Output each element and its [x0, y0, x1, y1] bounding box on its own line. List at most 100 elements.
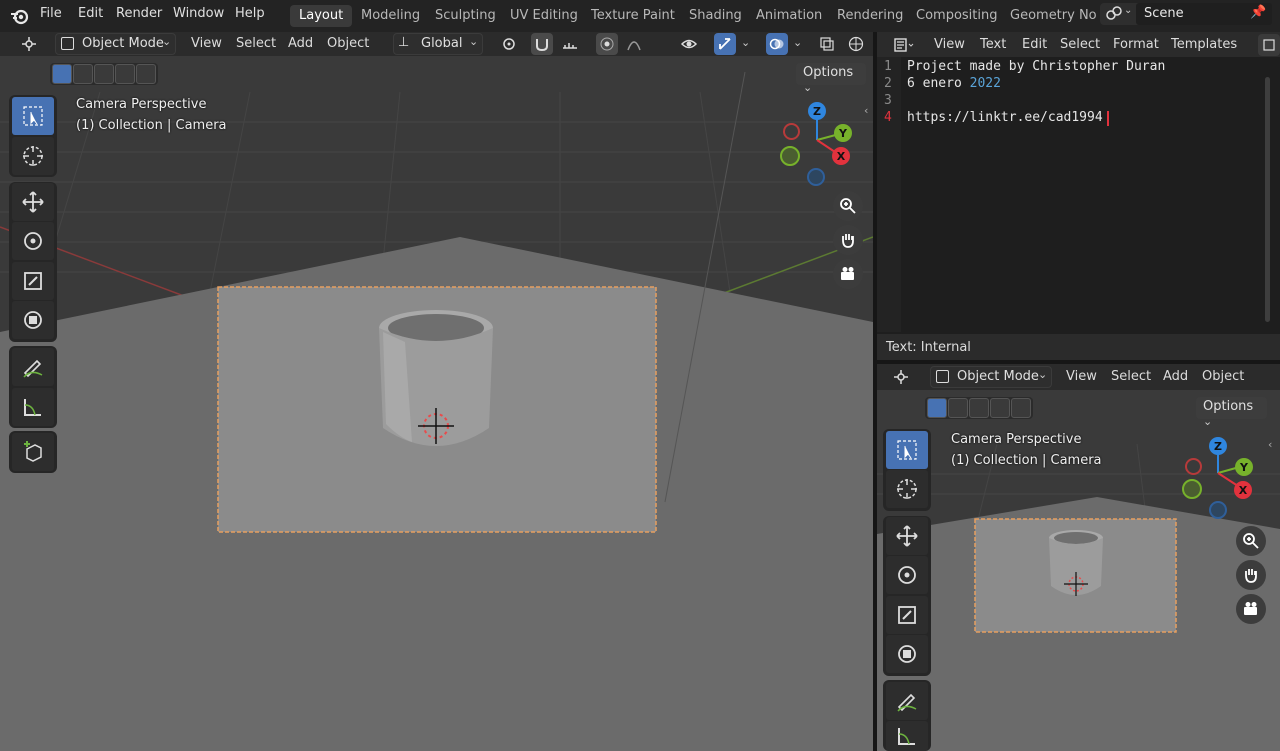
- gizmo-neg-z-axis[interactable]: [807, 168, 825, 186]
- code-line-1[interactable]: 1 Project made by Christopher Duran: [877, 59, 1267, 76]
- transform-orientation-dropdown[interactable]: ⊥ Global ⌄: [393, 33, 483, 55]
- area-divider-horizontal[interactable]: [877, 360, 1280, 364]
- main-viewport[interactable]: [0, 32, 873, 751]
- menu-edit[interactable]: Edit: [78, 6, 103, 21]
- camera-view-icon[interactable]: [1236, 594, 1266, 624]
- blender-logo-icon[interactable]: [9, 6, 31, 26]
- tab-rendering[interactable]: Rendering: [828, 5, 912, 27]
- code-line-4[interactable]: 4 https://linktr.ee/cad1994: [877, 110, 1267, 127]
- annotate-tool[interactable]: [886, 682, 928, 720]
- cursor-tool[interactable]: [886, 470, 928, 508]
- menu-templates[interactable]: Templates: [1171, 37, 1237, 52]
- scene-name[interactable]: Scene: [1144, 6, 1184, 21]
- area-divider-vertical[interactable]: [873, 32, 877, 751]
- scale-tool[interactable]: [886, 596, 928, 634]
- select-extend-icon[interactable]: [73, 64, 93, 84]
- select-box-tool[interactable]: [12, 97, 54, 135]
- tab-animation[interactable]: Animation: [747, 5, 831, 27]
- gizmo-z-axis[interactable]: Z: [808, 102, 826, 120]
- rotate-tool[interactable]: [886, 556, 928, 594]
- zoom-icon[interactable]: [833, 191, 863, 221]
- pan-hand-icon[interactable]: [1236, 560, 1266, 590]
- text-editor[interactable]: View Text Edit Select Format Templates 1…: [877, 32, 1280, 360]
- menu-edit[interactable]: Edit: [1022, 37, 1047, 52]
- move-tool[interactable]: [886, 517, 928, 555]
- editor-type-icon[interactable]: [16, 33, 46, 55]
- editor-type-icon[interactable]: [888, 34, 920, 56]
- tab-modeling[interactable]: Modeling: [352, 5, 429, 27]
- gizmo-y-axis[interactable]: Y: [834, 124, 852, 142]
- tab-compositing[interactable]: Compositing: [907, 5, 1007, 27]
- tab-shading[interactable]: Shading: [680, 5, 751, 27]
- overlays-toggle-icon[interactable]: [766, 33, 788, 55]
- options-button[interactable]: Options ⌄: [796, 63, 866, 94]
- menu-window[interactable]: Window: [173, 6, 224, 21]
- transform-tool[interactable]: [12, 301, 54, 339]
- navigation-gizmo[interactable]: Z Y X: [1180, 435, 1262, 521]
- select-subtract-icon[interactable]: [94, 64, 114, 84]
- select-intersect-icon[interactable]: [1011, 398, 1031, 418]
- select-intersect-icon[interactable]: [136, 64, 156, 84]
- scale-tool[interactable]: [12, 262, 54, 300]
- menu-view[interactable]: View: [191, 36, 222, 51]
- editor-type-icon[interactable]: [887, 366, 919, 388]
- object-mode-dropdown[interactable]: Object Mode ⌄: [55, 33, 176, 55]
- pin-icon[interactable]: 📌: [1250, 5, 1266, 20]
- menu-help[interactable]: Help: [235, 6, 265, 21]
- menu-view[interactable]: View: [1066, 369, 1097, 384]
- gizmo-neg-x-axis[interactable]: [1185, 458, 1202, 475]
- camera-view-icon[interactable]: [833, 259, 863, 289]
- menu-add[interactable]: Add: [1163, 369, 1188, 384]
- transform-tool[interactable]: [886, 635, 928, 673]
- sidebar-toggle-icon[interactable]: ‹: [864, 104, 868, 117]
- menu-select[interactable]: Select: [1060, 37, 1100, 52]
- object-mode-dropdown[interactable]: Object Mode ⌄: [930, 366, 1052, 388]
- chevron-down-icon[interactable]: ⌄: [793, 36, 802, 49]
- add-cube-tool[interactable]: [12, 433, 54, 471]
- measure-tool[interactable]: [12, 388, 54, 426]
- tab-uv-editing[interactable]: UV Editing: [501, 5, 587, 27]
- text-scrollbar[interactable]: [1265, 77, 1270, 322]
- proportional-edit-icon[interactable]: [596, 33, 618, 55]
- zoom-icon[interactable]: [1236, 526, 1266, 556]
- tab-geometry-nodes[interactable]: Geometry Noc: [1001, 5, 1097, 27]
- tab-texture-paint[interactable]: Texture Paint: [582, 5, 684, 27]
- rotate-tool[interactable]: [12, 222, 54, 260]
- menu-object[interactable]: Object: [1202, 369, 1244, 384]
- select-new-icon[interactable]: [927, 398, 947, 418]
- menu-text[interactable]: Text: [980, 37, 1006, 52]
- visibility-icon[interactable]: [674, 33, 708, 55]
- pivot-point-icon[interactable]: [493, 33, 525, 55]
- tab-sculpting[interactable]: Sculpting: [426, 5, 505, 27]
- menu-select[interactable]: Select: [236, 36, 276, 51]
- scene-selector[interactable]: ⌄ Scene 📌: [1100, 3, 1272, 25]
- sidebar-toggle-icon[interactable]: ‹: [1268, 438, 1272, 451]
- gizmo-neg-y-axis[interactable]: [1182, 479, 1202, 499]
- pan-hand-icon[interactable]: [833, 225, 863, 255]
- gizmo-x-axis[interactable]: X: [1234, 481, 1252, 499]
- menu-select[interactable]: Select: [1111, 369, 1151, 384]
- snap-icon[interactable]: [531, 33, 553, 55]
- gizmo-toggle-icon[interactable]: [714, 33, 736, 55]
- snap-target-icon[interactable]: [555, 33, 587, 55]
- chevron-down-icon[interactable]: ⌄: [741, 36, 750, 49]
- gizmo-y-axis[interactable]: Y: [1235, 458, 1253, 476]
- gizmo-x-axis[interactable]: X: [832, 147, 850, 165]
- falloff-icon[interactable]: [620, 33, 652, 55]
- measure-tool[interactable]: [886, 721, 928, 751]
- options-button[interactable]: Options ⌄: [1196, 397, 1267, 428]
- menu-object[interactable]: Object: [327, 36, 369, 51]
- menu-render[interactable]: Render: [116, 6, 162, 21]
- code-line-3[interactable]: 3: [877, 93, 1267, 110]
- text-datablock-icon[interactable]: [1258, 34, 1280, 56]
- xray-icon[interactable]: [816, 33, 838, 55]
- select-invert-icon[interactable]: [115, 64, 135, 84]
- wireframe-shading-icon[interactable]: [845, 33, 867, 55]
- menu-view[interactable]: View: [934, 37, 965, 52]
- cursor-tool[interactable]: [12, 137, 54, 175]
- gizmo-neg-x-axis[interactable]: [783, 123, 800, 140]
- gizmo-z-axis[interactable]: Z: [1209, 437, 1227, 455]
- menu-file[interactable]: File: [40, 6, 62, 21]
- select-subtract-icon[interactable]: [969, 398, 989, 418]
- camera-viewport[interactable]: [877, 364, 1280, 751]
